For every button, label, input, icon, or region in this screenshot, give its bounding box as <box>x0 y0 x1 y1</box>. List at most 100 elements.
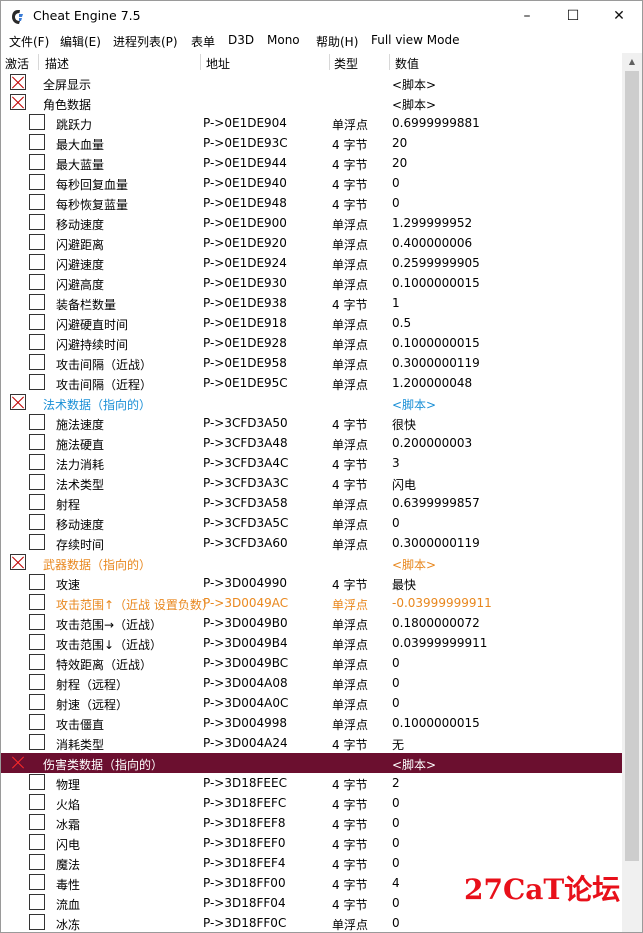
table-row[interactable]: 存续时间 P->3CFD3A60 单浮点 0.3000000119 <box>1 533 622 553</box>
header-divider[interactable] <box>329 54 330 70</box>
header-type[interactable]: 类型 <box>334 55 358 72</box>
table-row[interactable]: 装备栏数量 P->0E1DE938 4 字节 1 <box>1 293 622 313</box>
active-checkbox[interactable] <box>29 134 45 150</box>
active-checkbox[interactable] <box>29 614 45 630</box>
table-row[interactable]: 闪避持续时间 P->0E1DE928 单浮点 0.1000000015 <box>1 333 622 353</box>
active-checkbox[interactable] <box>29 254 45 270</box>
table-row[interactable]: 闪避速度 P->0E1DE924 单浮点 0.2599999905 <box>1 253 622 273</box>
scroll-thumb[interactable] <box>625 71 639 861</box>
vertical-scrollbar[interactable]: ▲ <box>622 53 642 932</box>
table-row[interactable]: 冰霜 P->3D18FEF8 4 字节 0 <box>1 813 622 833</box>
table-row[interactable]: 攻击范围↓（近战） P->3D0049B4 单浮点 0.03999999911 <box>1 633 622 653</box>
table-row[interactable]: 攻击范围↑（近战 设置负数） P->3D0049AC 单浮点 -0.039999999… <box>1 593 622 613</box>
header-address[interactable]: 地址 <box>206 55 230 72</box>
table-row[interactable]: 法力消耗 P->3CFD3A4C 4 字节 3 <box>1 453 622 473</box>
active-checkbox[interactable] <box>29 734 45 750</box>
active-checkbox[interactable] <box>29 634 45 650</box>
active-checkbox[interactable] <box>29 874 45 890</box>
table-row[interactable]: 每秒恢复蓝量 P->0E1DE948 4 字节 0 <box>1 193 622 213</box>
active-checkbox[interactable] <box>29 814 45 830</box>
active-checkbox[interactable] <box>29 834 45 850</box>
table-row[interactable]: 攻击范围→（近战） P->3D0049B0 单浮点 0.1800000072 <box>1 613 622 633</box>
close-icon[interactable]: ✕ <box>596 1 642 31</box>
active-checkbox[interactable] <box>29 374 45 390</box>
maximize-icon[interactable]: ☐ <box>550 1 596 31</box>
table-row[interactable]: 闪避高度 P->0E1DE930 单浮点 0.1000000015 <box>1 273 622 293</box>
cheat-table-list[interactable]: 全屏显示 <脚本> 角色数据 <脚本> 跳跃力 P->0E1DE904 单浮点 0.69999… <box>1 73 622 931</box>
table-row[interactable]: 消耗类型 P->3D004A24 4 字节 无 <box>1 733 622 753</box>
active-checkbox[interactable] <box>29 894 45 910</box>
menu-process-list[interactable]: 进程列表(P) <box>113 33 178 50</box>
header-value[interactable]: 数值 <box>395 55 419 72</box>
header-description[interactable]: 描述 <box>45 55 69 72</box>
minimize-icon[interactable]: – <box>504 1 550 31</box>
active-checkbox[interactable] <box>29 714 45 730</box>
active-checkbox[interactable] <box>29 294 45 310</box>
table-row[interactable]: 施法硬直 P->3CFD3A48 单浮点 0.200000003 <box>1 433 622 453</box>
active-checkbox[interactable] <box>29 694 45 710</box>
active-checkbox[interactable] <box>29 514 45 530</box>
menu-edit[interactable]: 编辑(E) <box>60 33 101 50</box>
active-checkbox[interactable] <box>29 494 45 510</box>
active-checkbox[interactable] <box>29 454 45 470</box>
active-checkbox[interactable] <box>10 74 26 90</box>
active-checkbox[interactable] <box>29 194 45 210</box>
table-row[interactable]: 攻击僵直 P->3D004998 单浮点 0.1000000015 <box>1 713 622 733</box>
table-group-row[interactable]: 法术数据（指向的） <脚本> <box>1 393 622 413</box>
table-row[interactable]: 移动速度 P->0E1DE900 单浮点 1.299999952 <box>1 213 622 233</box>
table-row[interactable]: 施法速度 P->3CFD3A50 4 字节 很快 <box>1 413 622 433</box>
active-checkbox[interactable] <box>29 114 45 130</box>
active-checkbox[interactable] <box>29 654 45 670</box>
table-row[interactable]: 闪避硬直时间 P->0E1DE918 单浮点 0.5 <box>1 313 622 333</box>
active-checkbox[interactable] <box>10 554 26 570</box>
active-checkbox[interactable] <box>29 574 45 590</box>
table-row[interactable]: 射程（远程） P->3D004A08 单浮点 0 <box>1 673 622 693</box>
table-row[interactable]: 火焰 P->3D18FEFC 4 字节 0 <box>1 793 622 813</box>
active-checkbox[interactable] <box>10 754 26 770</box>
table-row[interactable]: 攻击间隔（近战） P->0E1DE958 单浮点 0.3000000119 <box>1 353 622 373</box>
scroll-up-icon[interactable]: ▲ <box>622 53 642 70</box>
active-checkbox[interactable] <box>29 314 45 330</box>
table-row[interactable]: 物理 P->3D18FEEC 4 字节 2 <box>1 773 622 793</box>
active-checkbox[interactable] <box>29 174 45 190</box>
table-group-row[interactable]: 全屏显示 <脚本> <box>1 73 622 93</box>
menu-file[interactable]: 文件(F) <box>9 33 49 50</box>
active-checkbox[interactable] <box>10 94 26 110</box>
table-row[interactable]: 闪电 P->3D18FEF0 4 字节 0 <box>1 833 622 853</box>
table-row[interactable]: 攻击间隔（近程） P->0E1DE95C 单浮点 1.200000048 <box>1 373 622 393</box>
table-row[interactable]: 攻速 P->3D004990 4 字节 最快 <box>1 573 622 593</box>
menu-full-view-mode[interactable]: Full view Mode <box>371 33 459 47</box>
title-bar[interactable]: Cheat Engine 7.5 – ☐ ✕ <box>1 1 642 31</box>
menu-mono[interactable]: Mono <box>267 33 300 47</box>
table-row[interactable]: 射速（远程） P->3D004A0C 单浮点 0 <box>1 693 622 713</box>
table-group-row[interactable]: 伤害类数据（指向的） <脚本> <box>1 753 622 773</box>
active-checkbox[interactable] <box>29 794 45 810</box>
table-row[interactable]: 法术类型 P->3CFD3A3C 4 字节 闪电 <box>1 473 622 493</box>
header-divider[interactable] <box>38 54 39 70</box>
header-active[interactable]: 激活 <box>5 55 29 72</box>
table-row[interactable]: 最大蓝量 P->0E1DE944 4 字节 20 <box>1 153 622 173</box>
active-checkbox[interactable] <box>29 474 45 490</box>
table-group-row[interactable]: 武器数据（指向的） <脚本> <box>1 553 622 573</box>
active-checkbox[interactable] <box>29 774 45 790</box>
active-checkbox[interactable] <box>29 674 45 690</box>
table-group-row[interactable]: 角色数据 <脚本> <box>1 93 622 113</box>
active-checkbox[interactable] <box>29 234 45 250</box>
active-checkbox[interactable] <box>29 914 45 930</box>
active-checkbox[interactable] <box>29 534 45 550</box>
table-row[interactable]: 冰冻 P->3D18FF0C 单浮点 0 <box>1 913 622 931</box>
active-checkbox[interactable] <box>29 274 45 290</box>
header-divider[interactable] <box>389 54 390 70</box>
table-row[interactable]: 射程 P->3CFD3A58 单浮点 0.6399999857 <box>1 493 622 513</box>
active-checkbox[interactable] <box>29 414 45 430</box>
active-checkbox[interactable] <box>29 434 45 450</box>
active-checkbox[interactable] <box>29 854 45 870</box>
active-checkbox[interactable] <box>29 154 45 170</box>
table-row[interactable]: 特效距离（近战） P->3D0049BC 单浮点 0 <box>1 653 622 673</box>
table-row[interactable]: 每秒回复血量 P->0E1DE940 4 字节 0 <box>1 173 622 193</box>
menu-table[interactable]: 表单 <box>191 33 215 50</box>
menu-help[interactable]: 帮助(H) <box>316 33 358 50</box>
active-checkbox[interactable] <box>10 394 26 410</box>
header-divider[interactable] <box>200 54 201 70</box>
table-row[interactable]: 移动速度 P->3CFD3A5C 单浮点 0 <box>1 513 622 533</box>
